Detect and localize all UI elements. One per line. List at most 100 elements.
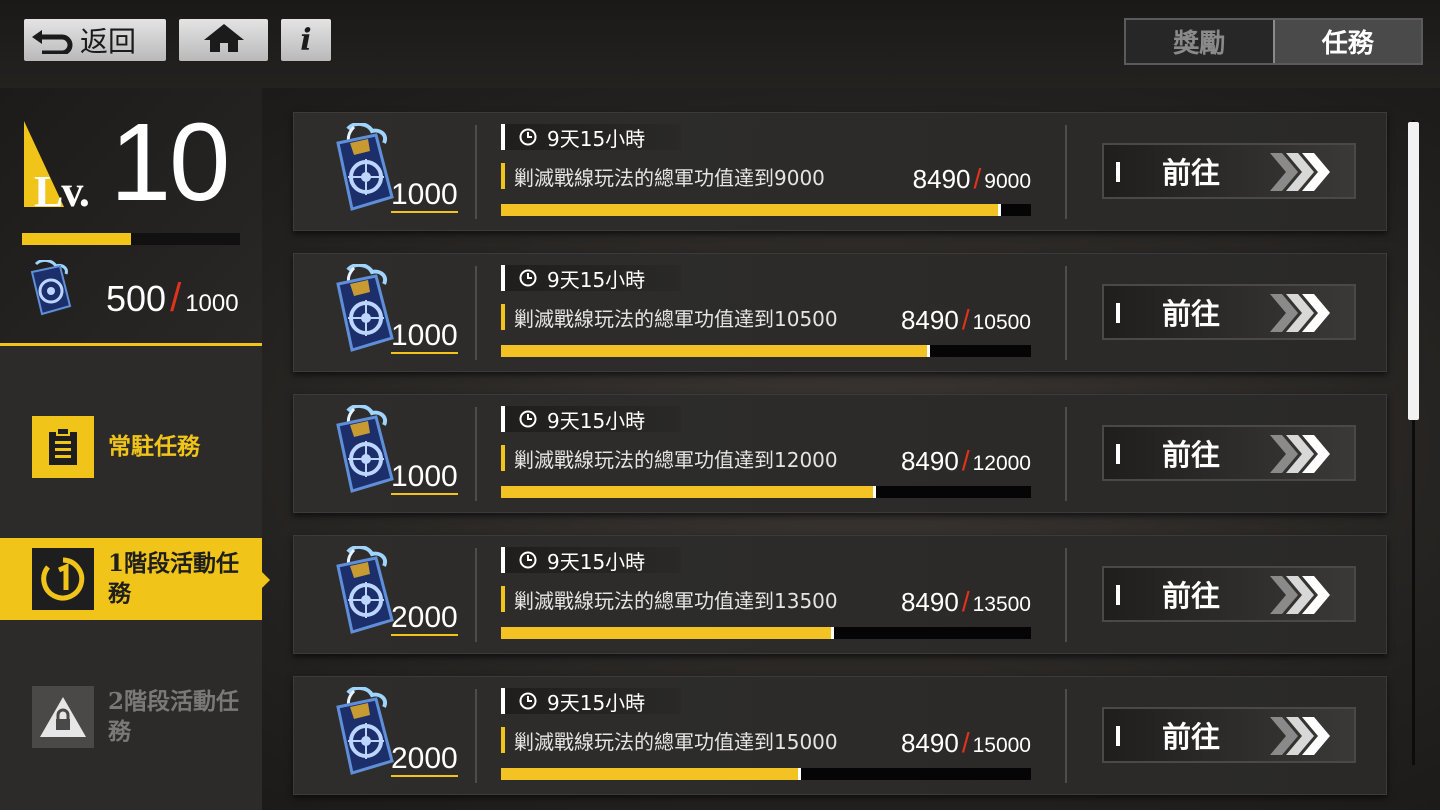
progress-text: 8490 / 9000 (913, 163, 1031, 195)
triple-chevron-icon (1268, 292, 1334, 338)
progress-bar-fill (501, 345, 930, 357)
go-button-label: 前往 (1162, 156, 1221, 190)
clock-icon (519, 551, 537, 569)
task-card: 1000 9天15小時 剿滅戰線玩法的總軍功值達到12000 8490 / 12… (293, 394, 1387, 513)
task-description: 剿滅戰線玩法的總軍功值達到9000 (501, 163, 825, 190)
triple-chevron-icon (1268, 574, 1334, 620)
progress-goal: 9000 (984, 170, 1031, 193)
time-remaining: 9天15小時 (501, 547, 681, 574)
go-button-label: 前往 (1162, 297, 1221, 331)
back-button[interactable]: 返回 (24, 19, 166, 61)
time-remaining-text: 9天15小時 (547, 126, 646, 151)
stage-one-icon (32, 548, 94, 610)
divider (1065, 407, 1067, 501)
scrollbar-thumb[interactable] (1408, 122, 1419, 420)
divider (475, 407, 477, 501)
go-button[interactable]: 前往 (1102, 284, 1356, 340)
progress-current: 8490 (900, 587, 959, 617)
task-card: 1000 9天15小時 剿滅戰線玩法的總軍功值達到10500 8490 / 10… (293, 253, 1387, 372)
go-button-label: 前往 (1162, 579, 1221, 613)
task-description: 剿滅戰線玩法的總軍功值達到10500 (501, 304, 838, 331)
home-button[interactable] (179, 19, 268, 61)
go-button[interactable]: 前往 (1102, 566, 1356, 622)
lock-icon (32, 686, 94, 748)
reward-amount: 1000 (391, 319, 458, 354)
time-remaining: 9天15小時 (501, 688, 681, 715)
task-card: 1000 9天15小時 剿滅戰線玩法的總軍功值達到9000 8490 / 900… (293, 112, 1387, 231)
triple-chevron-icon (1268, 151, 1334, 197)
divider (1065, 125, 1067, 219)
progress-text: 8490 / 10500 (901, 304, 1031, 336)
progress-text: 8490 / 15000 (901, 727, 1031, 759)
divider (1065, 689, 1067, 783)
progress-text: 8490 / 12000 (901, 445, 1031, 477)
progress-current: 8490 (900, 446, 959, 476)
progress-bar (501, 486, 1031, 498)
progress-bar (501, 768, 1031, 780)
clock-icon (519, 410, 537, 428)
time-remaining: 9天15小時 (501, 406, 681, 433)
reward-amount: 1000 (391, 178, 458, 213)
divider (475, 125, 477, 219)
task-card: 2000 9天15小時 剿滅戰線玩法的總軍功值達到15000 8490 / 15… (293, 676, 1387, 795)
xp-bar (22, 233, 240, 245)
points-current: 500 (106, 278, 167, 319)
medal-icon (324, 545, 398, 642)
time-remaining: 9天15小時 (501, 265, 681, 292)
level-number: 10 (110, 101, 230, 224)
category-stage2-label: 2階段活動任務 (108, 688, 240, 745)
progress-slash: / (961, 304, 970, 335)
category-permanent-label: 常駐任務 (108, 433, 200, 460)
clipboard-icon (32, 416, 94, 478)
time-remaining-text: 9天15小時 (547, 549, 646, 574)
category-stage1-tasks[interactable]: 1階段活動任務 (0, 538, 270, 620)
go-button[interactable]: 前往 (1102, 143, 1356, 199)
category-stage2-tasks[interactable]: 2階段活動任務 (0, 676, 262, 758)
medal-icon (22, 258, 74, 322)
reward-amount: 1000 (391, 460, 458, 495)
progress-bar-fill (501, 486, 877, 498)
progress-bar-fill (501, 627, 835, 639)
go-button-marker (1116, 303, 1120, 323)
tab-rewards[interactable]: 獎勵 (1126, 20, 1273, 63)
level-prefix: Lv. (34, 167, 90, 216)
top-bar: 返回 i 獎勵 任務 (0, 0, 1440, 88)
time-remaining-text: 9天15小時 (547, 690, 646, 715)
go-button[interactable]: 前往 (1102, 425, 1356, 481)
progress-goal: 13500 (972, 593, 1031, 616)
progress-bar (501, 345, 1031, 357)
progress-goal: 15000 (972, 734, 1031, 757)
category-stage1-label: 1階段活動任務 (108, 550, 240, 607)
medal-icon (324, 404, 398, 501)
triple-chevron-icon (1268, 715, 1334, 761)
triple-chevron-icon (1268, 433, 1334, 479)
task-card: 2000 9天15小時 剿滅戰線玩法的總軍功值達到13500 8490 / 13… (293, 535, 1387, 654)
progress-current: 8490 (912, 164, 971, 194)
xp-bar-fill (22, 233, 131, 245)
progress-goal: 12000 (972, 452, 1031, 475)
info-icon: i (300, 22, 312, 58)
divider (475, 548, 477, 642)
task-description: 剿滅戰線玩法的總軍功值達到13500 (501, 586, 838, 613)
time-remaining: 9天15小時 (501, 124, 681, 151)
go-button-marker (1116, 444, 1120, 464)
time-remaining-text: 9天15小時 (547, 267, 646, 292)
go-button-marker (1116, 726, 1120, 746)
category-permanent-tasks[interactable]: 常駐任務 (0, 406, 262, 488)
back-label: 返回 (80, 25, 137, 58)
progress-current: 8490 (900, 305, 959, 335)
progress-bar (501, 204, 1031, 216)
points-display: 500 / 1000 (106, 276, 239, 321)
progress-bar-fill (501, 204, 1001, 216)
go-button[interactable]: 前往 (1102, 707, 1356, 763)
points-slash: / (170, 276, 182, 320)
medal-icon (324, 263, 398, 360)
tab-bar: 獎勵 任務 (1124, 18, 1423, 65)
progress-bar-fill (501, 768, 801, 780)
tab-tasks[interactable]: 任務 (1272, 20, 1421, 63)
progress-text: 8490 / 13500 (901, 586, 1031, 618)
divider (1065, 548, 1067, 642)
go-button-marker (1116, 162, 1120, 182)
info-button[interactable]: i (281, 19, 331, 61)
home-icon (202, 22, 246, 58)
